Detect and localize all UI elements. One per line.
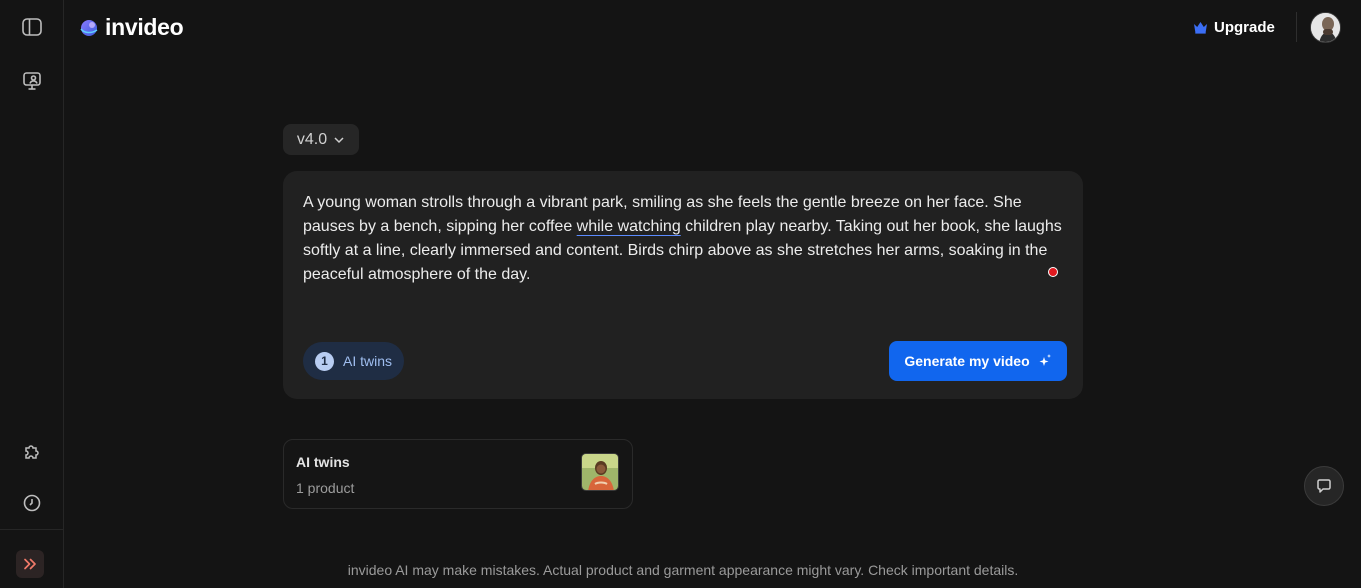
expand-sidebar-button[interactable] bbox=[16, 550, 44, 578]
ai-twins-card-title: AI twins bbox=[296, 454, 350, 470]
chevrons-right-icon bbox=[24, 558, 36, 570]
logo-text: invideo bbox=[105, 14, 184, 40]
sidebar-toggle-button[interactable] bbox=[16, 11, 48, 43]
sparkle-icon bbox=[1039, 354, 1051, 366]
ai-twins-chip[interactable]: 1 AI twins bbox=[303, 342, 405, 380]
invideo-logo-icon bbox=[80, 19, 98, 36]
version-dropdown[interactable]: v4.0 bbox=[283, 124, 359, 155]
ai-twins-chip-label: AI twins bbox=[343, 353, 393, 369]
prompt-textarea[interactable]: A young woman strolls through a vibrant … bbox=[303, 191, 1071, 287]
clock-icon bbox=[23, 494, 41, 512]
chat-button[interactable] bbox=[1304, 466, 1344, 506]
header-divider bbox=[1296, 12, 1297, 42]
ai-twins-card[interactable]: AI twins 1 product bbox=[283, 439, 633, 509]
generate-video-button[interactable]: Generate my video bbox=[889, 341, 1067, 381]
history-button[interactable] bbox=[16, 487, 48, 519]
puzzle-icon bbox=[25, 445, 39, 459]
upgrade-label: Upgrade bbox=[1214, 18, 1275, 36]
presentation-button[interactable] bbox=[16, 65, 48, 97]
disclaimer-text: invideo AI may make mistakes. Actual pro… bbox=[347, 562, 1019, 578]
version-label: v4.0 bbox=[296, 130, 328, 148]
product-thumbnail bbox=[581, 453, 619, 491]
chevron-down-icon bbox=[334, 136, 344, 143]
plugins-button[interactable] bbox=[16, 436, 48, 468]
crown-icon bbox=[1194, 21, 1207, 34]
user-avatar[interactable] bbox=[1310, 12, 1341, 43]
generate-video-label: Generate my video bbox=[904, 353, 1030, 369]
recording-indicator bbox=[1048, 267, 1058, 277]
avatar-image bbox=[1311, 13, 1340, 42]
sidebar-divider bbox=[0, 529, 63, 530]
product-thumbnail-image bbox=[582, 454, 618, 490]
upgrade-button[interactable]: Upgrade bbox=[1193, 16, 1275, 38]
prompt-card: A young woman strolls through a vibrant … bbox=[283, 171, 1083, 399]
sidebar bbox=[0, 0, 64, 588]
chat-bubble-icon bbox=[1317, 479, 1331, 493]
prompt-text-underlined: while watching bbox=[576, 218, 681, 235]
sidebar-toggle-icon bbox=[22, 18, 42, 36]
logo[interactable]: invideo bbox=[79, 14, 184, 41]
ai-twins-count-badge: 1 bbox=[315, 351, 334, 371]
ai-twins-card-subtitle: 1 product bbox=[296, 480, 355, 496]
presentation-icon bbox=[23, 72, 41, 90]
